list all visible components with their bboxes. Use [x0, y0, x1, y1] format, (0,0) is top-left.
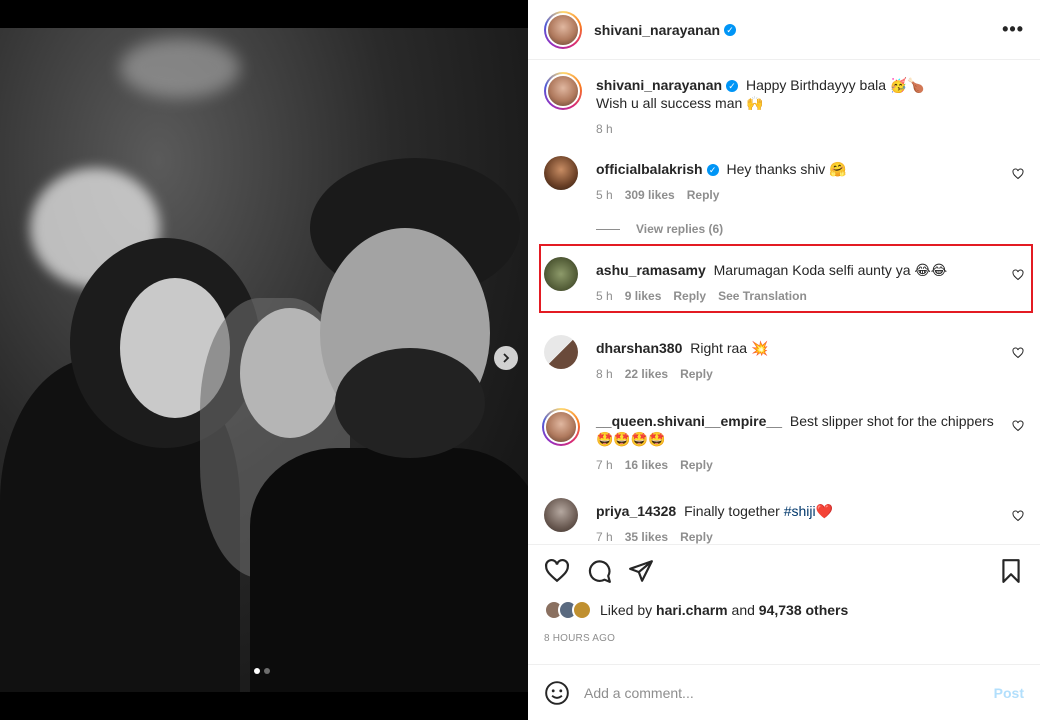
heart-icon[interactable]	[1012, 347, 1024, 359]
comment-text: Best slipper shot for the chippers	[789, 413, 994, 429]
instagram-post-view: shivani_narayanan ✓ ••• shivani_narayana…	[0, 0, 1040, 720]
reply-button[interactable]: Reply	[680, 528, 713, 544]
carousel-dots	[254, 668, 270, 674]
comment-time: 7 h	[596, 530, 613, 544]
comment-input[interactable]	[584, 684, 994, 701]
likes-summary: Liked by hari.charm and 94,738 others	[544, 600, 848, 620]
comment-likes[interactable]: 22 likes	[625, 365, 668, 383]
view-replies-label: View replies (6)	[636, 222, 724, 236]
caption-text-line2: Wish u all success man 🙌	[596, 95, 764, 111]
comment-likes[interactable]: 35 likes	[625, 528, 668, 544]
post-photo[interactable]	[0, 28, 528, 692]
comment-username[interactable]: priya_14328	[596, 503, 676, 519]
heart-emoji: ❤️	[815, 503, 834, 519]
heart-icon[interactable]	[1012, 510, 1024, 522]
comment-time: 7 h	[596, 458, 613, 472]
likes-prefix: Liked by	[600, 602, 653, 618]
add-comment-bar: Post	[528, 664, 1040, 720]
divider	[596, 228, 620, 230]
caption-time: 8 h	[596, 122, 613, 136]
comment: priya_14328 Finally together #shiji❤️ 7 …	[544, 498, 1024, 544]
person-right-shirt	[250, 448, 528, 692]
highlighted-comment-box	[539, 244, 1033, 313]
caption-username[interactable]: shivani_narayanan	[596, 77, 722, 93]
comment: dharshan380 Right raa 💥 8 h 22 likes Rep…	[544, 335, 1024, 383]
chevron-right-icon	[503, 353, 510, 363]
likes-text: Liked by hari.charm and 94,738 others	[600, 602, 848, 618]
person-right-beard	[335, 348, 485, 458]
avatar[interactable]	[544, 10, 582, 49]
comment-text: Right raa 💥	[690, 340, 769, 356]
comment-likes[interactable]: 16 likes	[625, 456, 668, 474]
action-bar	[528, 544, 1040, 596]
comment-username[interactable]: dharshan380	[596, 340, 682, 356]
liked-by-user[interactable]: hari.charm	[656, 602, 728, 618]
comment-username[interactable]: officialbalakrish	[596, 161, 703, 177]
avatar[interactable]	[542, 408, 580, 446]
likes-others[interactable]: 94,738 others	[759, 602, 849, 618]
avatar[interactable]	[544, 498, 578, 532]
comment-time: 5 h	[596, 188, 613, 202]
avatar[interactable]	[544, 72, 582, 110]
like-heart-icon[interactable]	[544, 558, 570, 584]
heart-icon[interactable]	[1012, 420, 1024, 432]
reply-button[interactable]: Reply	[680, 365, 713, 383]
post-author-username[interactable]: shivani_narayanan	[594, 22, 720, 38]
avatar[interactable]	[544, 156, 578, 190]
emoji-icon[interactable]	[544, 680, 570, 706]
comment-text: Hey thanks shiv 🤗	[726, 161, 847, 177]
verified-icon: ✓	[724, 23, 737, 36]
verified-icon: ✓	[706, 164, 719, 177]
comment-time: 8 h	[596, 367, 613, 381]
reply-button[interactable]: Reply	[680, 456, 713, 474]
avatar[interactable]	[544, 335, 578, 369]
carousel-dot-active	[254, 668, 260, 674]
background-light	[120, 38, 240, 98]
hashtag-link[interactable]: #shiji	[784, 503, 816, 519]
post-button[interactable]: Post	[994, 685, 1024, 701]
verified-icon: ✓	[726, 80, 739, 93]
caption-text: Happy Birthdayyy bala 🥳🍗	[745, 77, 925, 93]
post-side-panel: shivani_narayanan ✓ ••• shivani_narayana…	[528, 0, 1040, 720]
comment-icon[interactable]	[586, 558, 612, 584]
carousel-dot	[264, 668, 270, 674]
view-replies-button[interactable]: View replies (6)	[596, 222, 1024, 236]
comment-username[interactable]: __queen.shivani__empire__	[596, 413, 782, 429]
post-header: shivani_narayanan ✓ •••	[528, 0, 1040, 60]
liker-avatar	[572, 600, 592, 620]
reply-button[interactable]: Reply	[687, 186, 720, 204]
comment: officialbalakrish ✓ Hey thanks shiv 🤗 5 h…	[544, 156, 1024, 204]
comment-text: Finally together	[684, 503, 780, 519]
likes-middle: and	[731, 602, 755, 618]
comment-text-line2: 🤩🤩🤩🤩	[596, 431, 666, 447]
heart-icon[interactable]	[1012, 168, 1024, 180]
comment-likes[interactable]: 309 likes	[625, 186, 675, 204]
post-timestamp: 8 HOURS AGO	[544, 633, 616, 644]
save-bookmark-icon[interactable]	[998, 558, 1024, 584]
more-options-icon[interactable]: •••	[1002, 19, 1024, 40]
comment: __queen.shivani__empire__ Best slipper s…	[542, 408, 1024, 474]
caption: shivani_narayanan ✓ Happy Birthdayyy bala…	[544, 72, 1024, 150]
next-photo-button[interactable]	[494, 346, 518, 370]
share-icon[interactable]	[628, 558, 654, 584]
